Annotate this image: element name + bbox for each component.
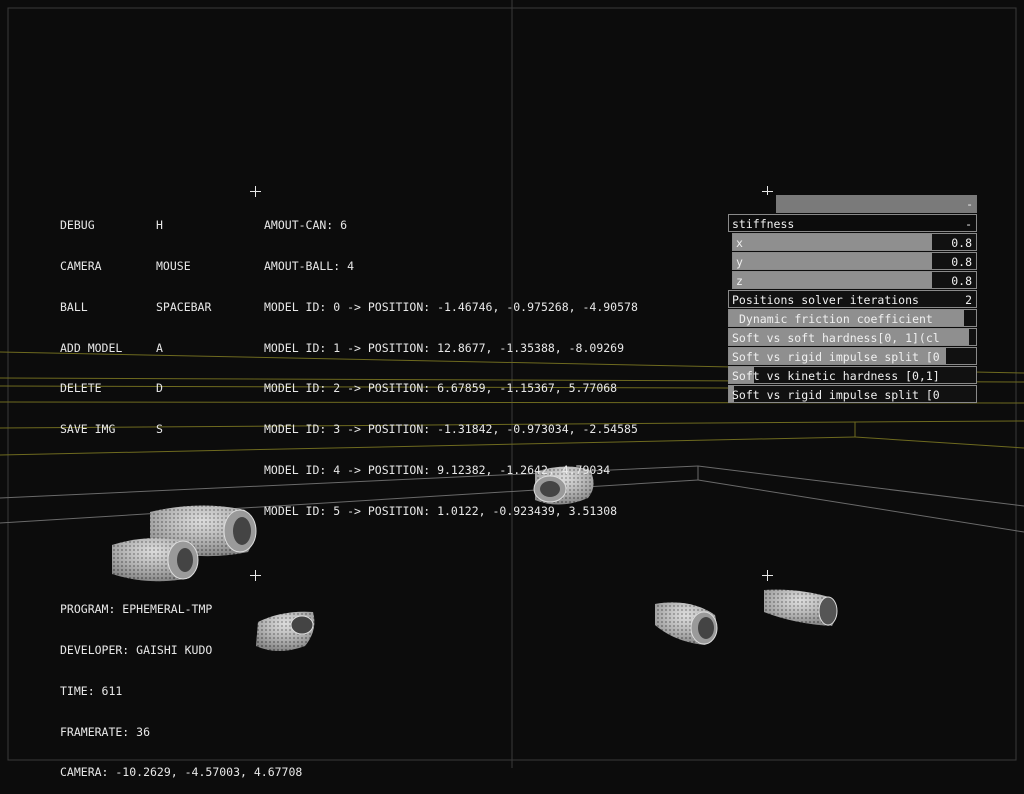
key-binding-row: DELETE D [60,382,211,396]
slider-value: 2 [965,293,972,307]
model-position-row: MODEL ID: 1 -> POSITION: 12.8677, -1.353… [264,340,625,355]
time-readout: TIME: 611 [60,683,123,698]
key-binding-key: S [156,422,163,437]
developer-name: DEVELOPER: GAISHI KUDO [60,642,213,657]
stiffness-x-slider[interactable]: x 0.8 [732,233,977,251]
key-binding-action: BALL [60,299,88,314]
slider-value: 0.8 [951,274,972,288]
slider-fill [733,234,933,250]
soft-vs-kinetic-hardness-slider[interactable]: Soft vs kinetic hardness [0,1] [728,366,977,384]
stiffness-group-header[interactable]: stiffness - [728,214,977,232]
stiffness-label: stiffness [732,217,795,231]
panel-collapse-button[interactable]: - [966,197,973,211]
key-binding-key: MOUSE [156,258,191,273]
key-binding-action: DELETE [60,381,102,396]
slider-label: Soft vs kinetic hardness [0,1] [732,369,940,383]
slider-value: 0.8 [951,236,972,250]
key-binding-action: CAMERA [60,258,102,273]
model-stats: AMOUT-CAN: 6 AMOUT-BALL: 4 MODEL ID: 0 -… [264,192,638,532]
soft-vs-rigid-impulse-split-slider[interactable]: Soft vs rigid impulse split [0 [728,347,977,365]
can-model-5 [655,602,718,645]
program-name: PROGRAM: EPHEMERAL-TMP [60,602,213,617]
key-binding-row: BALL SPACEBAR [60,299,212,315]
crosshair-icon [250,186,261,197]
camera-readout: CAMERA: -10.2629, -4.57003, 4.67708 [60,765,303,780]
model-position-row: MODEL ID: 3 -> POSITION: -1.31842, -0.97… [264,422,638,437]
model-position-row: MODEL ID: 0 -> POSITION: -1.46746, -0.97… [264,299,638,314]
slider-fill [733,253,933,269]
slider-label: Soft vs rigid impulse split [0 [732,388,940,402]
key-binding-key: H [156,218,163,233]
key-binding-row: CAMERA MOUSE [60,258,211,274]
amount-can: AMOUT-CAN: 6 [264,218,348,233]
slider-label: z [736,274,743,288]
stiffness-y-slider[interactable]: y 0.8 [732,252,977,270]
key-binding-action: SAVE IMG [60,422,116,437]
crosshair-icon [762,570,773,581]
soft-vs-soft-hardness-slider[interactable]: Soft vs soft hardness[0, 1](cl [728,328,977,346]
key-binding-key: D [156,381,163,396]
program-info: PROGRAM: EPHEMERAL-TMP DEVELOPER: GAISHI… [60,576,302,794]
can-model-6 [764,589,838,626]
key-binding-action: DEBUG [60,218,95,233]
slider-label: Positions solver iterations [732,293,919,307]
key-binding-action: ADD MODEL [60,340,123,355]
amount-ball: AMOUT-BALL: 4 [264,258,355,273]
stiffness-z-slider[interactable]: z 0.8 [732,271,977,289]
stiffness-collapse-button[interactable]: - [965,217,972,231]
slider-value: 0.8 [951,255,972,269]
key-binding-row: DEBUG H [60,218,211,233]
framerate-readout: FRAMERATE: 36 [60,724,151,739]
panel-title-bar[interactable]: - [728,195,977,213]
slider-label: Dynamic friction coefficient [739,312,933,326]
slider-label: Soft vs soft hardness[0, 1](cl [732,331,940,345]
slider-label: y [736,255,743,269]
can-model-2 [112,538,199,582]
key-binding-key: A [156,340,163,355]
positions-solver-iterations-slider[interactable]: Positions solver iterations 2 [728,290,977,308]
dynamic-friction-slider[interactable]: Dynamic friction coefficient [728,309,977,327]
key-binding-row: SAVE IMG S [60,422,211,437]
soft-vs-rigid-impulse-split-slider-2[interactable]: Soft vs rigid impulse split [0 [728,385,977,403]
slider-label: Soft vs rigid impulse split [0 [732,350,940,364]
physics-control-panel: - stiffness - x 0.8 y 0.8 z 0.8 Position… [728,195,977,404]
slider-fill [733,272,933,288]
slider-label: x [736,236,743,250]
key-binding-row: ADD MODEL A [60,340,211,356]
model-position-row: MODEL ID: 4 -> POSITION: 9.12382, -1.264… [264,462,611,477]
key-binding-key: SPACEBAR [156,299,212,314]
model-position-row: MODEL ID: 5 -> POSITION: 1.0122, -0.9234… [264,503,618,518]
key-bindings-list: DEBUG H CAMERA MOUSE BALL SPACEBAR ADD MODE… [60,192,211,450]
model-position-row: MODEL ID: 2 -> POSITION: 6.67859, -1.153… [264,381,618,396]
